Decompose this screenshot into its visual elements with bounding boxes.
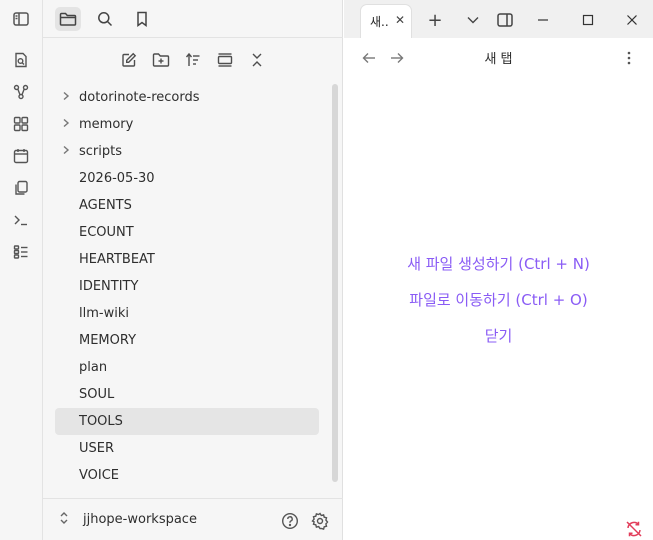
search-icon[interactable] [92, 7, 118, 31]
main-view: 새 탭 새 파일 생성하기 (Ctrl + N) 파일로 이동하기 (Ctrl … [344, 38, 653, 540]
tree-item-label: VOICE [79, 468, 120, 483]
tree-folder[interactable]: memory [55, 111, 319, 138]
tree-item-label: memory [79, 117, 134, 132]
tree-item-label: 2026-05-30 [79, 171, 155, 186]
quick-switcher-icon[interactable] [11, 50, 31, 70]
bookmarks-icon[interactable] [129, 7, 155, 31]
maximize-icon[interactable] [577, 9, 599, 31]
empty-state-actions: 새 파일 생성하기 (Ctrl + N) 파일로 이동하기 (Ctrl + O)… [344, 252, 653, 360]
vault-switch-chevron-icon[interactable] [59, 511, 69, 528]
tree-file[interactable]: llm-wiki [55, 300, 319, 327]
plus-icon: + [427, 9, 443, 31]
tree-file[interactable]: SOUL [55, 381, 319, 408]
help-icon[interactable] [279, 510, 301, 532]
tree-item-label: ECOUNT [79, 225, 134, 240]
close-tab-link[interactable]: 닫기 [344, 324, 653, 360]
more-options-icon[interactable] [619, 48, 639, 68]
chevron-right-icon[interactable] [62, 84, 72, 111]
tree-file[interactable]: TOOLS [55, 408, 319, 435]
tree-file[interactable]: USER [55, 435, 319, 462]
tree-item-label: AGENTS [79, 198, 132, 213]
view-header: 새 탭 [344, 38, 653, 76]
bases-icon[interactable] [11, 242, 31, 262]
tab-list-chevron-icon[interactable] [462, 9, 484, 31]
tab-new-tab[interactable]: 새.. ✕ [360, 4, 412, 38]
tree-folder[interactable]: dotorinote-records [55, 84, 319, 111]
sidebar-scrollbar[interactable] [332, 84, 338, 482]
vault-name[interactable]: jjhope-workspace [83, 512, 197, 527]
files-tab-icon[interactable] [55, 7, 81, 31]
tree-item-label: plan [79, 360, 108, 375]
file-tree: dotorinote-records memory scripts 2026-05-3… [55, 84, 319, 489]
tab-close-icon[interactable]: ✕ [395, 13, 405, 27]
file-nav-actions [43, 48, 343, 72]
ribbon [0, 0, 43, 540]
terminal-icon[interactable] [11, 210, 31, 230]
tree-item-label: dotorinote-records [79, 90, 200, 105]
tree-item-label: MEMORY [79, 333, 137, 348]
new-tab-button[interactable]: + [424, 9, 446, 31]
tree-file[interactable]: 2026-05-30 [55, 165, 319, 192]
tree-file[interactable]: AGENTS [55, 192, 319, 219]
chevron-right-icon[interactable] [62, 138, 72, 165]
minimize-icon[interactable] [532, 9, 554, 31]
tree-item-label: scripts [79, 144, 122, 159]
auto-reveal-icon[interactable] [213, 48, 237, 72]
tree-file[interactable]: IDENTITY [55, 273, 319, 300]
chevron-right-icon[interactable] [62, 111, 72, 138]
file-explorer-sidebar: dotorinote-records memory scripts 2026-05-3… [43, 0, 343, 540]
tab-label: 새.. [370, 15, 389, 29]
tree-item-label: llm-wiki [79, 306, 129, 321]
new-note-icon[interactable] [117, 48, 141, 72]
tree-file[interactable]: VOICE [55, 462, 319, 489]
tree-file[interactable]: HEARTBEAT [55, 246, 319, 273]
templates-icon[interactable] [11, 178, 31, 198]
tab-strip: 새.. ✕ + [344, 0, 653, 38]
sidebar-tab-header [43, 0, 343, 38]
canvas-icon[interactable] [11, 114, 31, 134]
collapse-all-icon[interactable] [245, 48, 269, 72]
sort-icon[interactable] [181, 48, 205, 72]
view-title: 새 탭 [484, 52, 513, 67]
tree-item-label: USER [79, 441, 115, 456]
settings-gear-icon[interactable] [309, 510, 331, 532]
vault-switcher-bar: jjhope-workspace [43, 498, 343, 540]
tree-file[interactable]: ECOUNT [55, 219, 319, 246]
tree-item-label: SOUL [79, 387, 115, 402]
tree-folder[interactable]: scripts [55, 138, 319, 165]
tree-item-label: TOOLS [79, 414, 123, 429]
graph-view-icon[interactable] [11, 82, 31, 102]
close-window-icon[interactable] [621, 9, 643, 31]
right-sidebar-toggle-icon[interactable] [494, 9, 516, 31]
new-folder-icon[interactable] [149, 48, 173, 72]
sync-error-icon[interactable] [623, 518, 645, 540]
tree-file[interactable]: MEMORY [55, 327, 319, 354]
tree-item-label: IDENTITY [79, 279, 139, 294]
tree-file[interactable]: plan [55, 354, 319, 381]
go-to-file-link[interactable]: 파일로 이동하기 (Ctrl + O) [344, 288, 653, 324]
create-new-file-link[interactable]: 새 파일 생성하기 (Ctrl + N) [344, 252, 653, 288]
sidebar-toggle-icon[interactable] [11, 9, 31, 29]
tree-item-label: HEARTBEAT [79, 252, 155, 267]
daily-note-icon[interactable] [11, 146, 31, 166]
